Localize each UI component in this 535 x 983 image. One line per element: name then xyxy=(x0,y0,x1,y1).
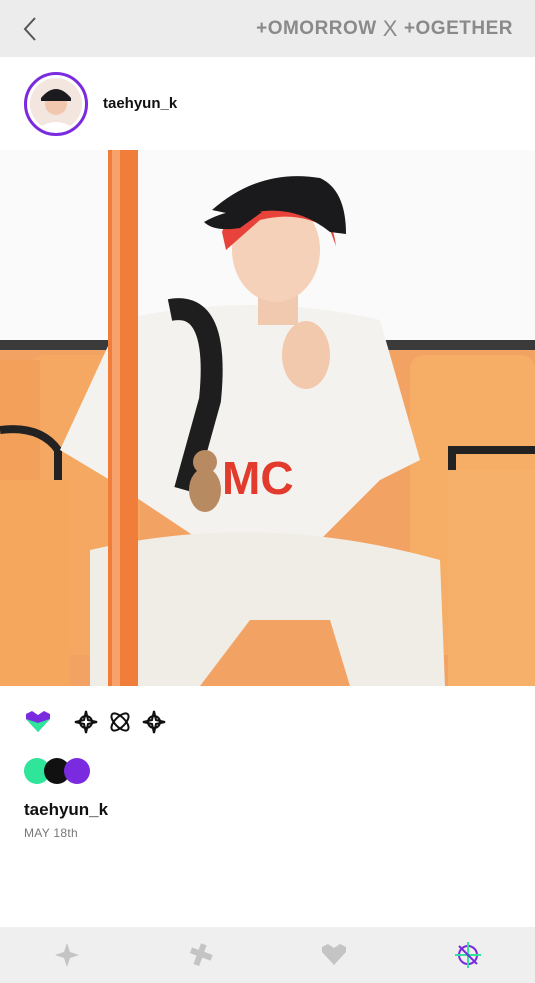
atom-icon xyxy=(110,712,130,732)
star-burst-icon xyxy=(74,710,98,734)
brand-right: +OGETHER xyxy=(403,17,513,39)
post-date: MAY 18th xyxy=(24,826,78,840)
reaction-button-2[interactable] xyxy=(106,708,134,736)
caption-username[interactable]: taehyun_k xyxy=(24,800,108,820)
bandage-icon xyxy=(189,943,213,967)
brand-left: +OMORROW xyxy=(256,17,377,39)
top-bar: +OMORROW X +OGETHER xyxy=(0,0,535,57)
nav-item-likes[interactable] xyxy=(304,927,364,983)
reaction-button-3[interactable] xyxy=(140,708,168,736)
chevron-left-icon xyxy=(23,16,36,41)
purple-dot xyxy=(64,758,90,784)
txt-logo-icon xyxy=(455,942,482,968)
like-button[interactable] xyxy=(24,708,52,736)
sparkle-icon xyxy=(54,943,79,967)
color-dots xyxy=(24,758,94,784)
post-username[interactable]: taehyun_k xyxy=(103,95,177,112)
post-header: taehyun_k xyxy=(0,57,535,150)
reaction-button-1[interactable] xyxy=(72,708,100,736)
nav-item-txt[interactable] xyxy=(438,927,498,983)
star-burst-icon xyxy=(142,710,166,734)
heart-icon xyxy=(26,711,50,732)
avatar-image xyxy=(30,77,82,130)
post-actions xyxy=(24,708,168,736)
nav-item-patch[interactable] xyxy=(171,927,231,983)
post-photo: MC xyxy=(0,150,535,686)
bottom-nav xyxy=(0,927,535,983)
brand-separator: X xyxy=(382,15,398,41)
nav-item-feed[interactable] xyxy=(37,927,97,983)
brand-logo: +OMORROW X +OGETHER xyxy=(256,16,535,42)
heart-icon xyxy=(322,944,347,965)
back-button[interactable] xyxy=(0,0,60,57)
svg-text:MC: MC xyxy=(222,452,294,504)
avatar[interactable] xyxy=(24,71,88,136)
